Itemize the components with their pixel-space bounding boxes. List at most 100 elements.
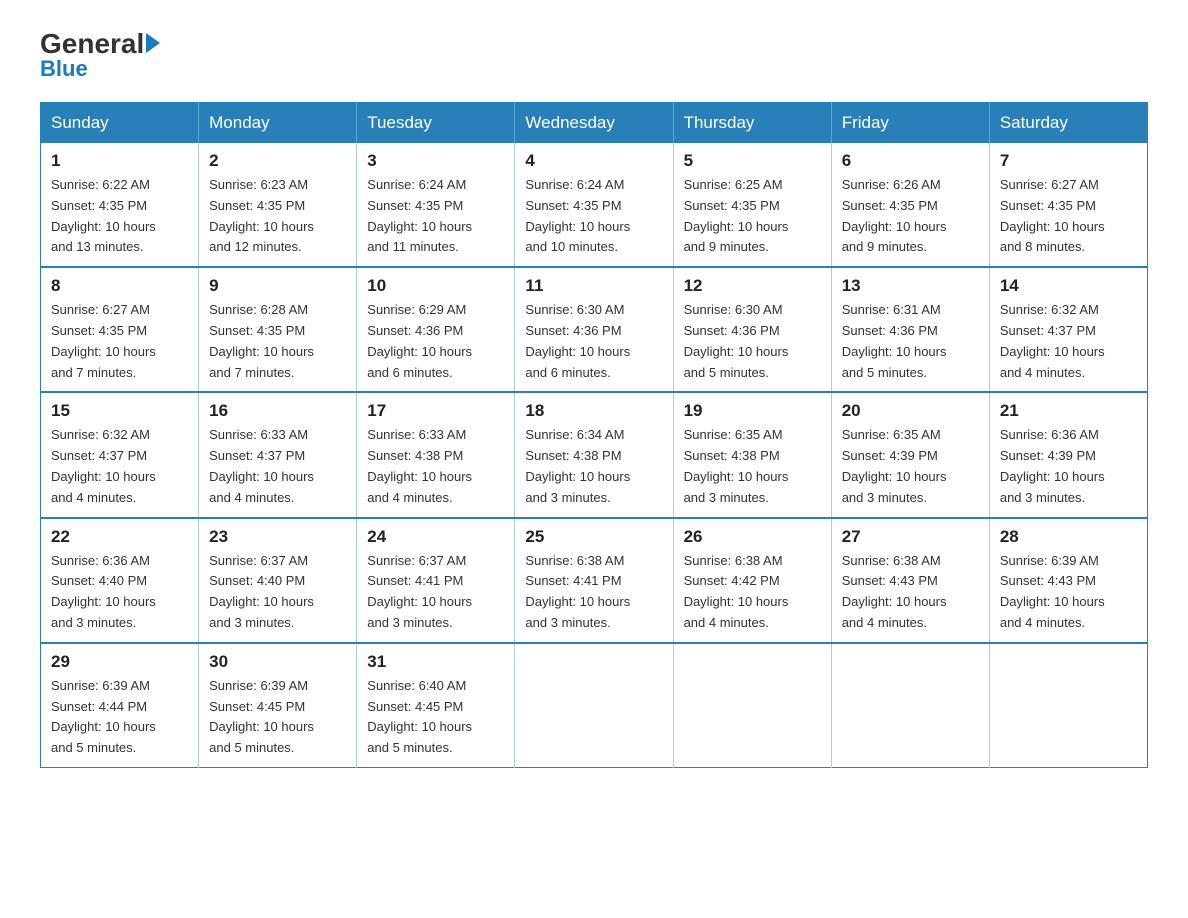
logo-blue: Blue — [40, 56, 88, 82]
day-info: Sunrise: 6:33 AM Sunset: 4:38 PM Dayligh… — [367, 425, 504, 508]
day-info: Sunrise: 6:40 AM Sunset: 4:45 PM Dayligh… — [367, 676, 504, 759]
day-number: 22 — [51, 527, 188, 547]
day-number: 2 — [209, 151, 346, 171]
header-wednesday: Wednesday — [515, 103, 673, 144]
calendar-cell: 1 Sunrise: 6:22 AM Sunset: 4:35 PM Dayli… — [41, 143, 199, 267]
logo: General Blue — [40, 30, 160, 82]
calendar-cell: 12 Sunrise: 6:30 AM Sunset: 4:36 PM Dayl… — [673, 267, 831, 392]
day-info: Sunrise: 6:27 AM Sunset: 4:35 PM Dayligh… — [51, 300, 188, 383]
day-info: Sunrise: 6:27 AM Sunset: 4:35 PM Dayligh… — [1000, 175, 1137, 258]
day-number: 24 — [367, 527, 504, 547]
calendar-cell: 4 Sunrise: 6:24 AM Sunset: 4:35 PM Dayli… — [515, 143, 673, 267]
header-saturday: Saturday — [989, 103, 1147, 144]
day-info: Sunrise: 6:30 AM Sunset: 4:36 PM Dayligh… — [684, 300, 821, 383]
week-row-4: 22 Sunrise: 6:36 AM Sunset: 4:40 PM Dayl… — [41, 518, 1148, 643]
calendar-cell — [673, 643, 831, 768]
header-tuesday: Tuesday — [357, 103, 515, 144]
week-row-3: 15 Sunrise: 6:32 AM Sunset: 4:37 PM Dayl… — [41, 392, 1148, 517]
calendar-cell — [989, 643, 1147, 768]
day-info: Sunrise: 6:38 AM Sunset: 4:43 PM Dayligh… — [842, 551, 979, 634]
calendar-cell: 24 Sunrise: 6:37 AM Sunset: 4:41 PM Dayl… — [357, 518, 515, 643]
calendar-cell — [515, 643, 673, 768]
day-number: 26 — [684, 527, 821, 547]
calendar-cell: 28 Sunrise: 6:39 AM Sunset: 4:43 PM Dayl… — [989, 518, 1147, 643]
day-number: 6 — [842, 151, 979, 171]
calendar-cell: 29 Sunrise: 6:39 AM Sunset: 4:44 PM Dayl… — [41, 643, 199, 768]
day-info: Sunrise: 6:22 AM Sunset: 4:35 PM Dayligh… — [51, 175, 188, 258]
week-row-1: 1 Sunrise: 6:22 AM Sunset: 4:35 PM Dayli… — [41, 143, 1148, 267]
calendar-cell: 22 Sunrise: 6:36 AM Sunset: 4:40 PM Dayl… — [41, 518, 199, 643]
day-info: Sunrise: 6:24 AM Sunset: 4:35 PM Dayligh… — [525, 175, 662, 258]
day-number: 31 — [367, 652, 504, 672]
day-number: 3 — [367, 151, 504, 171]
day-number: 7 — [1000, 151, 1137, 171]
calendar-cell: 27 Sunrise: 6:38 AM Sunset: 4:43 PM Dayl… — [831, 518, 989, 643]
calendar-cell: 16 Sunrise: 6:33 AM Sunset: 4:37 PM Dayl… — [199, 392, 357, 517]
day-number: 5 — [684, 151, 821, 171]
logo-arrow-icon — [146, 33, 160, 53]
day-number: 9 — [209, 276, 346, 296]
day-info: Sunrise: 6:39 AM Sunset: 4:45 PM Dayligh… — [209, 676, 346, 759]
calendar-cell: 8 Sunrise: 6:27 AM Sunset: 4:35 PM Dayli… — [41, 267, 199, 392]
logo-text: General — [40, 30, 160, 58]
day-number: 4 — [525, 151, 662, 171]
day-number: 10 — [367, 276, 504, 296]
day-number: 23 — [209, 527, 346, 547]
calendar-cell: 7 Sunrise: 6:27 AM Sunset: 4:35 PM Dayli… — [989, 143, 1147, 267]
day-info: Sunrise: 6:36 AM Sunset: 4:39 PM Dayligh… — [1000, 425, 1137, 508]
day-number: 21 — [1000, 401, 1137, 421]
day-number: 14 — [1000, 276, 1137, 296]
day-info: Sunrise: 6:32 AM Sunset: 4:37 PM Dayligh… — [51, 425, 188, 508]
calendar-cell: 2 Sunrise: 6:23 AM Sunset: 4:35 PM Dayli… — [199, 143, 357, 267]
week-row-5: 29 Sunrise: 6:39 AM Sunset: 4:44 PM Dayl… — [41, 643, 1148, 768]
day-info: Sunrise: 6:24 AM Sunset: 4:35 PM Dayligh… — [367, 175, 504, 258]
day-number: 29 — [51, 652, 188, 672]
calendar-cell: 14 Sunrise: 6:32 AM Sunset: 4:37 PM Dayl… — [989, 267, 1147, 392]
day-number: 17 — [367, 401, 504, 421]
header-sunday: Sunday — [41, 103, 199, 144]
day-info: Sunrise: 6:25 AM Sunset: 4:35 PM Dayligh… — [684, 175, 821, 258]
calendar-cell: 6 Sunrise: 6:26 AM Sunset: 4:35 PM Dayli… — [831, 143, 989, 267]
logo-general: General — [40, 30, 144, 58]
day-number: 16 — [209, 401, 346, 421]
day-info: Sunrise: 6:32 AM Sunset: 4:37 PM Dayligh… — [1000, 300, 1137, 383]
day-info: Sunrise: 6:39 AM Sunset: 4:43 PM Dayligh… — [1000, 551, 1137, 634]
day-info: Sunrise: 6:31 AM Sunset: 4:36 PM Dayligh… — [842, 300, 979, 383]
calendar-cell: 21 Sunrise: 6:36 AM Sunset: 4:39 PM Dayl… — [989, 392, 1147, 517]
calendar-cell: 17 Sunrise: 6:33 AM Sunset: 4:38 PM Dayl… — [357, 392, 515, 517]
calendar-cell: 13 Sunrise: 6:31 AM Sunset: 4:36 PM Dayl… — [831, 267, 989, 392]
day-number: 1 — [51, 151, 188, 171]
day-info: Sunrise: 6:35 AM Sunset: 4:38 PM Dayligh… — [684, 425, 821, 508]
calendar-cell: 9 Sunrise: 6:28 AM Sunset: 4:35 PM Dayli… — [199, 267, 357, 392]
header-thursday: Thursday — [673, 103, 831, 144]
day-info: Sunrise: 6:38 AM Sunset: 4:41 PM Dayligh… — [525, 551, 662, 634]
week-row-2: 8 Sunrise: 6:27 AM Sunset: 4:35 PM Dayli… — [41, 267, 1148, 392]
day-number: 30 — [209, 652, 346, 672]
day-number: 25 — [525, 527, 662, 547]
calendar-table: SundayMondayTuesdayWednesdayThursdayFrid… — [40, 102, 1148, 768]
calendar-cell: 11 Sunrise: 6:30 AM Sunset: 4:36 PM Dayl… — [515, 267, 673, 392]
calendar-cell: 10 Sunrise: 6:29 AM Sunset: 4:36 PM Dayl… — [357, 267, 515, 392]
day-info: Sunrise: 6:28 AM Sunset: 4:35 PM Dayligh… — [209, 300, 346, 383]
page-header: General Blue — [40, 30, 1148, 82]
day-number: 8 — [51, 276, 188, 296]
day-number: 15 — [51, 401, 188, 421]
header-friday: Friday — [831, 103, 989, 144]
day-number: 13 — [842, 276, 979, 296]
day-number: 28 — [1000, 527, 1137, 547]
day-info: Sunrise: 6:26 AM Sunset: 4:35 PM Dayligh… — [842, 175, 979, 258]
header-monday: Monday — [199, 103, 357, 144]
day-number: 20 — [842, 401, 979, 421]
calendar-cell: 3 Sunrise: 6:24 AM Sunset: 4:35 PM Dayli… — [357, 143, 515, 267]
day-info: Sunrise: 6:29 AM Sunset: 4:36 PM Dayligh… — [367, 300, 504, 383]
calendar-cell: 26 Sunrise: 6:38 AM Sunset: 4:42 PM Dayl… — [673, 518, 831, 643]
calendar-header-row: SundayMondayTuesdayWednesdayThursdayFrid… — [41, 103, 1148, 144]
day-info: Sunrise: 6:30 AM Sunset: 4:36 PM Dayligh… — [525, 300, 662, 383]
day-info: Sunrise: 6:38 AM Sunset: 4:42 PM Dayligh… — [684, 551, 821, 634]
day-info: Sunrise: 6:37 AM Sunset: 4:41 PM Dayligh… — [367, 551, 504, 634]
calendar-cell: 20 Sunrise: 6:35 AM Sunset: 4:39 PM Dayl… — [831, 392, 989, 517]
day-info: Sunrise: 6:33 AM Sunset: 4:37 PM Dayligh… — [209, 425, 346, 508]
day-number: 11 — [525, 276, 662, 296]
calendar-cell: 19 Sunrise: 6:35 AM Sunset: 4:38 PM Dayl… — [673, 392, 831, 517]
day-number: 19 — [684, 401, 821, 421]
